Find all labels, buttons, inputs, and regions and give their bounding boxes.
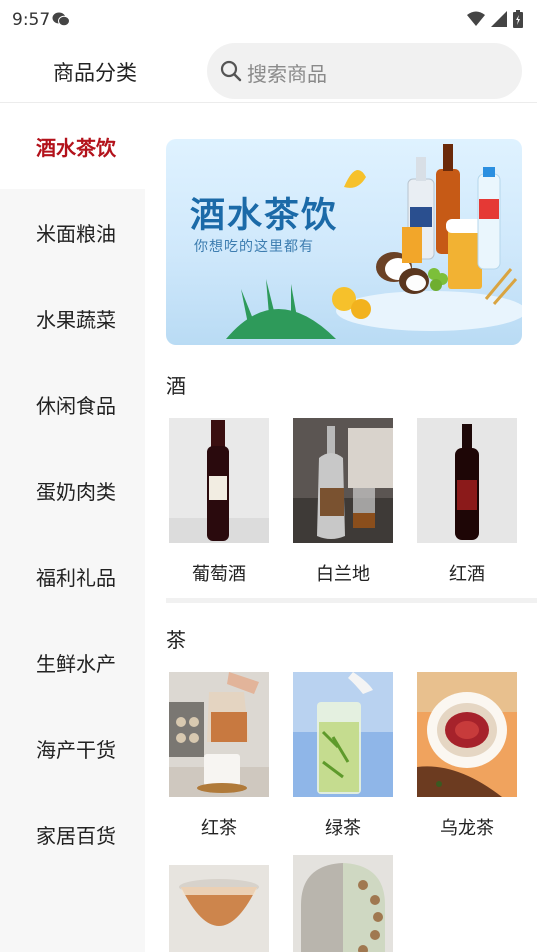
sidebar-item-label: 家居百货 bbox=[36, 823, 116, 848]
product-name: 葡萄酒 bbox=[192, 564, 246, 585]
product-image-tea-gift-box bbox=[293, 855, 393, 952]
product-name: 红酒 bbox=[449, 564, 485, 585]
sidebar-item-rice-noodles-oil[interactable]: 米面粮油 bbox=[0, 189, 145, 275]
product-image-tea-glass bbox=[169, 865, 269, 952]
product-card[interactable] bbox=[293, 855, 393, 952]
product-image-wine bbox=[169, 418, 269, 543]
section-title-liquor: 酒 bbox=[166, 374, 186, 398]
category-sidebar: 酒水茶饮 米面粮油 水果蔬菜 休闲食品 蛋奶肉类 福利礼品 生鲜水产 海产干货 … bbox=[0, 103, 145, 952]
search-bar[interactable]: 搜索商品 bbox=[207, 43, 522, 99]
sidebar-item-label: 水果蔬菜 bbox=[36, 307, 116, 332]
product-image-brandy bbox=[293, 418, 393, 543]
chat-notification-icon bbox=[52, 12, 70, 27]
product-image-red-wine bbox=[417, 418, 517, 543]
product-name: 绿茶 bbox=[325, 818, 361, 839]
category-content: 酒水茶饮 你想吃的这里都有 酒 葡萄酒 白兰地 红酒 茶 红茶 绿茶 乌龙茶 bbox=[145, 103, 537, 952]
header: 商品分类 搜索商品 bbox=[0, 40, 537, 103]
sidebar-item-gifts[interactable]: 福利礼品 bbox=[0, 533, 145, 619]
product-card[interactable]: 乌龙茶 bbox=[417, 672, 517, 839]
wifi-icon bbox=[467, 11, 485, 26]
sidebar-item-label: 生鲜水产 bbox=[36, 651, 116, 676]
section-title-tea: 茶 bbox=[166, 628, 186, 652]
product-name: 白兰地 bbox=[316, 564, 370, 585]
status-time: 9:57 bbox=[12, 10, 51, 30]
search-icon bbox=[220, 60, 242, 82]
product-card[interactable]: 绿茶 bbox=[293, 672, 393, 839]
product-image-green-tea bbox=[293, 672, 393, 797]
sidebar-item-snacks[interactable]: 休闲食品 bbox=[0, 361, 145, 447]
sidebar-item-label: 酒水茶饮 bbox=[36, 135, 116, 160]
product-card[interactable]: 红酒 bbox=[417, 418, 517, 585]
sidebar-item-fruits-vegetables[interactable]: 水果蔬菜 bbox=[0, 275, 145, 361]
sidebar-item-household[interactable]: 家居百货 bbox=[0, 791, 145, 877]
sidebar-item-dried-seafood[interactable]: 海产干货 bbox=[0, 705, 145, 791]
product-image-oolong-tea bbox=[417, 672, 517, 797]
product-card[interactable] bbox=[169, 865, 269, 952]
product-card[interactable]: 葡萄酒 bbox=[169, 418, 269, 585]
signal-icon bbox=[491, 11, 507, 27]
sidebar-item-eggs-dairy-meat[interactable]: 蛋奶肉类 bbox=[0, 447, 145, 533]
section-divider bbox=[166, 598, 537, 603]
sidebar-item-label: 休闲食品 bbox=[36, 393, 116, 418]
sidebar-item-fresh-seafood[interactable]: 生鲜水产 bbox=[0, 619, 145, 705]
sidebar-item-label: 米面粮油 bbox=[36, 221, 116, 246]
product-name: 乌龙茶 bbox=[440, 818, 494, 839]
banner-title: 酒水茶饮 bbox=[190, 196, 339, 236]
product-card[interactable]: 红茶 bbox=[169, 672, 269, 839]
product-image-black-tea bbox=[169, 672, 269, 797]
category-banner[interactable]: 酒水茶饮 你想吃的这里都有 bbox=[166, 139, 522, 345]
product-name: 红茶 bbox=[201, 818, 237, 839]
battery-icon bbox=[513, 10, 523, 28]
product-card[interactable]: 白兰地 bbox=[293, 418, 393, 585]
page-title: 商品分类 bbox=[53, 61, 137, 85]
sidebar-item-drinks-tea[interactable]: 酒水茶饮 bbox=[0, 103, 145, 189]
sidebar-item-label: 福利礼品 bbox=[36, 565, 116, 590]
search-input[interactable]: 搜索商品 bbox=[247, 58, 327, 87]
sidebar-item-label: 蛋奶肉类 bbox=[36, 479, 116, 504]
banner-subtitle: 你想吃的这里都有 bbox=[194, 239, 314, 255]
sidebar-item-label: 海产干货 bbox=[36, 737, 116, 762]
status-bar: 9:57 bbox=[0, 0, 537, 40]
